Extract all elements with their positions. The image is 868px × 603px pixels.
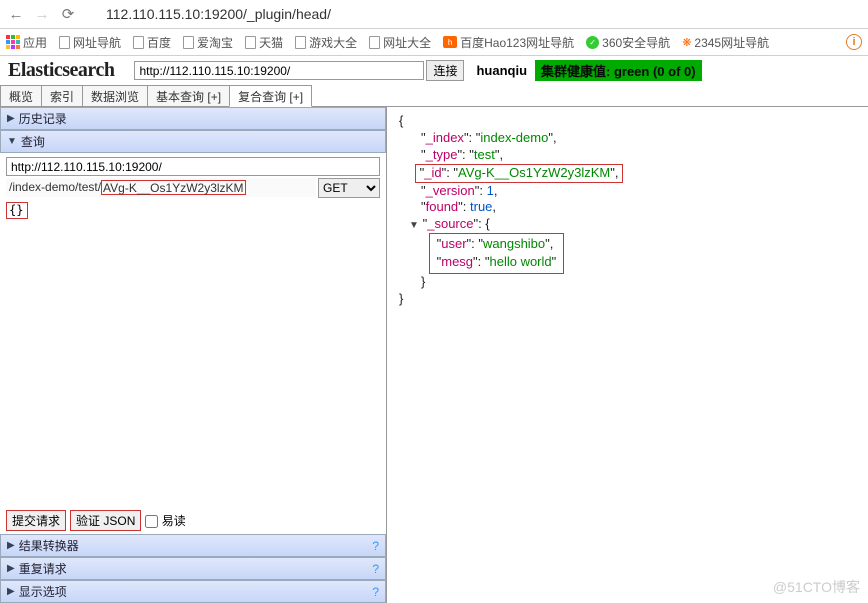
cluster-name: huanqiu xyxy=(476,63,527,78)
source-highlight: "user": "wangshibo", "mesg": "hello worl… xyxy=(429,233,564,273)
query-section[interactable]: ▼查询 xyxy=(0,130,386,153)
app-header: Elasticsearch 连接 huanqiu 集群健康值: green (0… xyxy=(0,56,868,85)
bookmark-item[interactable]: h百度Hao123网址导航 xyxy=(443,34,574,51)
back-button[interactable]: ← xyxy=(6,4,26,24)
submit-button[interactable]: 提交请求 xyxy=(6,510,66,531)
forward-button[interactable]: → xyxy=(32,4,52,24)
bookmark-item[interactable]: ❋2345网址导航 xyxy=(682,34,769,51)
page-icon xyxy=(183,36,194,49)
page-icon xyxy=(59,36,70,49)
hao123-icon: h xyxy=(443,36,457,48)
chevron-right-icon: ▶ xyxy=(7,586,15,597)
page-icon xyxy=(245,36,256,49)
method-select[interactable]: GET xyxy=(318,178,380,198)
reload-button[interactable]: ⟳ xyxy=(58,4,78,24)
path-input[interactable]: /index-demo/test/AVg-K__Os1YzW2y3lzKM xyxy=(6,178,316,197)
bookmark-item[interactable]: 网址导航 xyxy=(59,34,121,51)
tab-browse[interactable]: 数据浏览 xyxy=(82,85,148,106)
id-highlight: "_id": "AVg-K__Os1YzW2y3lzKM", xyxy=(415,164,623,183)
chevron-right-icon: ▶ xyxy=(7,563,15,574)
browser-navbar: ← → ⟳ i xyxy=(0,0,868,29)
chevron-right-icon: ▶ xyxy=(7,540,15,551)
app-logo: Elasticsearch xyxy=(8,59,114,82)
bookmarks-bar: 应用 网址导航 百度 爱淘宝 天猫 游戏大全 网址大全 h百度Hao123网址导… xyxy=(0,29,868,56)
help-icon[interactable]: ? xyxy=(372,562,379,576)
page-icon xyxy=(133,36,144,49)
apps-button[interactable]: 应用 xyxy=(6,34,47,51)
tab-any-request[interactable]: 复合查询 [+] xyxy=(229,85,312,107)
info-icon: i xyxy=(846,34,862,50)
validate-button[interactable]: 验证 JSON xyxy=(70,510,141,531)
transformer-section[interactable]: ▶结果转换器? xyxy=(0,534,386,557)
tab-bar: 概览 索引 数据浏览 基本查询 [+] 复合查询 [+] xyxy=(0,85,868,107)
tab-overview[interactable]: 概览 xyxy=(0,85,42,106)
bookmark-item[interactable]: 游戏大全 xyxy=(295,34,357,51)
tab-basic-query[interactable]: 基本查询 [+] xyxy=(147,85,230,106)
bookmark-item[interactable]: 天猫 xyxy=(245,34,283,51)
pretty-toggle[interactable]: 易读 xyxy=(145,512,185,529)
repeat-section[interactable]: ▶重复请求? xyxy=(0,557,386,580)
main-area: ▶历史记录 ▼查询 /index-demo/test/AVg-K__Os1YzW… xyxy=(0,107,868,603)
help-icon[interactable]: ? xyxy=(372,539,379,553)
bookmark-item[interactable]: 网址大全 xyxy=(369,34,431,51)
left-panel: ▶历史记录 ▼查询 /index-demo/test/AVg-K__Os1YzW… xyxy=(0,107,387,603)
connect-button[interactable]: 连接 xyxy=(426,60,464,81)
watermark: @51CTO博客 xyxy=(773,577,860,597)
page-icon xyxy=(295,36,306,49)
bookmark-item[interactable]: ✓360安全导航 xyxy=(586,34,670,51)
highlighted-id: AVg-K__Os1YzW2y3lzKM xyxy=(101,180,246,195)
chevron-down-icon: ▼ xyxy=(7,136,17,147)
connect-url-input[interactable] xyxy=(134,61,424,80)
address-bar[interactable] xyxy=(84,3,862,25)
history-section[interactable]: ▶历史记录 xyxy=(0,107,386,130)
help-icon[interactable]: ? xyxy=(372,585,379,599)
360-icon: ✓ xyxy=(586,36,599,49)
host-input[interactable] xyxy=(6,157,380,176)
bookmark-item[interactable]: i xyxy=(846,34,862,50)
bookmark-item[interactable]: 百度 xyxy=(133,34,171,51)
tab-indices[interactable]: 索引 xyxy=(41,85,83,106)
pretty-checkbox[interactable] xyxy=(145,515,158,528)
response-viewer: { "_index": "index-demo", "_type": "test… xyxy=(387,107,868,603)
request-body[interactable]: {} xyxy=(6,202,28,219)
chevron-right-icon: ▶ xyxy=(7,113,15,124)
page-icon xyxy=(369,36,380,49)
display-section[interactable]: ▶显示选项? xyxy=(0,580,386,603)
expand-icon[interactable]: ▼ xyxy=(409,219,419,232)
2345-icon: ❋ xyxy=(682,36,691,49)
cluster-health: 集群健康值: green (0 of 0) xyxy=(535,60,702,81)
bookmark-item[interactable]: 爱淘宝 xyxy=(183,34,233,51)
